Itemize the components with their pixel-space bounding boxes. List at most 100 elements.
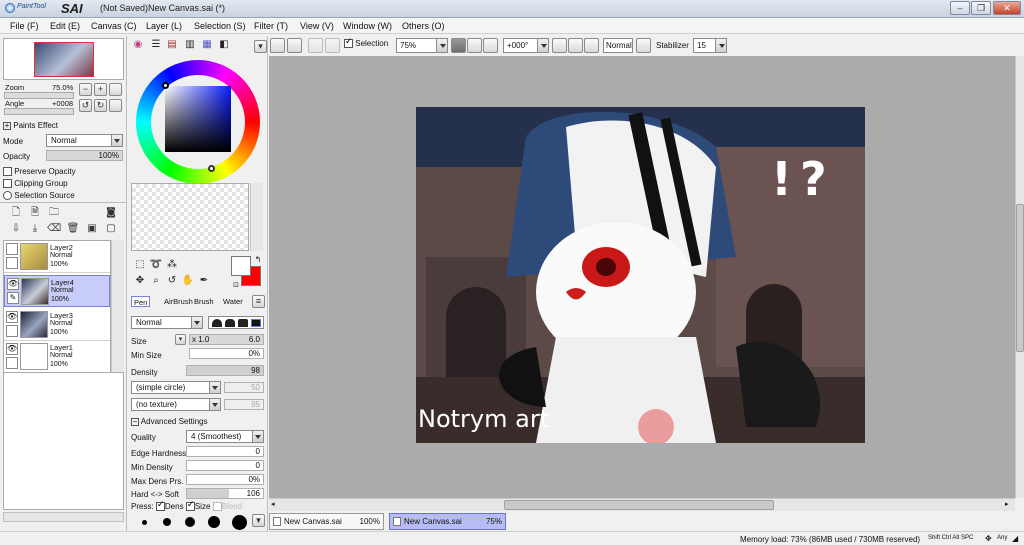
brush-size-preset[interactable] [208,516,220,528]
rotate-tool-icon[interactable]: ↺ [165,274,179,288]
stabilizer-select[interactable]: 15 [693,38,727,53]
brush-shape-select[interactable]: (simple circle) [131,381,221,394]
rgb-sliders-icon[interactable]: ☰ [149,38,163,52]
press-dens-checkbox[interactable] [155,500,165,512]
quality-select[interactable]: 4 (Smoothest) [186,430,264,443]
move-icon[interactable]: ✥ [133,274,147,288]
zoom-tool-icon[interactable]: ⌕ [149,274,163,288]
layer-hscrollbar[interactable] [3,512,124,522]
eye-icon[interactable]: 👁 [6,311,18,323]
press-size-checkbox[interactable] [185,500,195,512]
layer-item[interactable]: Layer2 Normal 100% [4,241,110,273]
brush-texture-strength[interactable]: 95 [224,399,264,410]
vertical-scroll-thumb[interactable] [1016,204,1024,352]
new-layer-icon[interactable]: 🗋 [9,206,23,220]
close-button[interactable]: ✕ [993,1,1021,15]
zoom-slider[interactable] [4,92,74,99]
brush-shape-strength[interactable]: 50 [224,382,264,393]
advanced-settings-header[interactable]: − Advanced Settings [131,417,208,426]
brush-size-slider[interactable]: x 1.0 6.0 [189,334,264,345]
layer-lock-toggle[interactable] [6,325,18,337]
view-mode-select[interactable]: Normal [603,38,633,53]
swatch-scrollbar[interactable] [250,183,263,251]
clipping-group-checkbox[interactable]: Clipping Group [3,179,68,189]
tab-brush[interactable]: Brush [192,296,216,307]
layer-lock-toggle[interactable] [6,257,18,269]
undo-button[interactable] [270,38,285,53]
selection-checkbox[interactable] [344,37,353,49]
brush-size-preset[interactable] [232,515,247,530]
brush-size-preset[interactable] [185,517,195,527]
brush-size-preset[interactable] [142,520,147,525]
eye-icon[interactable]: 👁 [7,278,19,290]
menu-selection[interactable]: Selection (S) [194,21,246,31]
layer-item[interactable]: 👁 Layer1 Normal 100% [4,341,110,373]
layer-lock-toggle[interactable] [6,357,18,369]
sv-cursor[interactable] [162,82,169,89]
toolbar-rotate-reset-button[interactable] [584,38,599,53]
max-dens-slider[interactable]: 0% [186,474,264,485]
density-slider[interactable]: 98 [186,365,264,376]
hsv-sliders-icon[interactable]: ▤ [165,38,179,52]
toolbar-rotate-right-button[interactable] [568,38,583,53]
zoom-reset-button[interactable] [109,83,122,96]
color-wheel-icon[interactable]: ◉ [131,38,145,52]
minimize-button[interactable]: – [950,1,970,15]
menu-filter[interactable]: Filter (T) [254,21,288,31]
edge-hardness-slider[interactable]: 0 [186,446,264,457]
invert-selection-button[interactable] [325,38,340,53]
hand-icon[interactable]: ✋ [181,274,195,288]
menu-edit[interactable]: Edit (E) [50,21,80,31]
delete-layer-icon[interactable]: 🗑 [66,222,80,236]
navigator-preview[interactable] [3,38,124,80]
toolbar-zoom-reset-button[interactable] [483,38,498,53]
selection-toggle[interactable]: Selection [344,37,388,49]
deselect-button[interactable] [308,38,323,53]
merge-down-icon[interactable]: ⤓ [28,222,42,236]
flip-canvas-button[interactable] [636,38,651,53]
toolbar-zoom-out-button[interactable] [451,38,466,53]
zoom-in-button[interactable]: + [94,83,107,96]
transfer-down-icon[interactable]: ⇩ [9,222,23,236]
preserve-opacity-checkbox[interactable]: Preserve Opacity [3,167,76,177]
scratchpad-swatches[interactable] [131,183,249,251]
brush-shape-square-icon[interactable] [251,319,261,327]
layer-list-scrollbar[interactable] [111,240,124,372]
brush-mode-select[interactable]: Normal [131,316,203,329]
layer-item[interactable]: 👁 Layer3 Normal 100% [4,309,110,341]
selection-source-checkbox[interactable]: Selection Source [3,191,75,201]
magic-wand-icon[interactable]: ⁂ [165,258,179,272]
min-size-slider[interactable]: 0% [189,348,264,359]
menu-view[interactable]: View (V) [300,21,334,31]
pen-icon[interactable]: ✎ [7,292,19,304]
panel-menu-button[interactable]: ▾ [254,40,267,53]
tab-pen[interactable]: Pen [131,296,151,307]
press-blend-checkbox[interactable] [212,502,222,512]
scroll-right-icon[interactable]: ▸ [1005,501,1013,509]
tab-airbrush[interactable]: AirBrush [162,296,195,307]
menu-file[interactable]: File (F) [10,21,39,31]
primary-color-swatch-top[interactable] [231,256,251,276]
menu-layer[interactable]: Layer (L) [146,21,182,31]
new-linework-layer-icon[interactable]: 🗎 [28,206,42,220]
canvas-artwork[interactable]: !? Notrym art [416,107,865,443]
scratchpad-icon[interactable]: ◧ [217,38,231,52]
saturation-value-square[interactable] [165,86,231,152]
brush-shape-selector[interactable] [208,316,264,329]
apply-mask-icon[interactable]: ▣ [85,222,99,236]
layer-opacity-slider[interactable]: 100% [46,150,123,161]
brush-texture-select[interactable]: (no texture) [131,398,221,411]
layer-item-selected[interactable]: 👁 ✎ Layer4 Normal 100% [4,275,110,307]
rect-select-icon[interactable]: ⬚ [133,258,147,272]
brush-size-preset[interactable] [163,518,171,526]
rotation-select[interactable]: +000° [503,38,549,53]
lasso-icon[interactable]: ➰ [149,258,163,272]
document-tab-active[interactable]: New Canvas.sai 75% [389,513,506,530]
transparent-color-icon[interactable]: ⊡ [229,278,243,292]
size-multiplier-button[interactable]: ▾ [175,334,186,345]
angle-slider[interactable] [4,108,74,115]
hue-cursor[interactable] [208,165,215,172]
toolbar-zoom-in-button[interactable] [467,38,482,53]
brush-shape-soft-icon[interactable] [225,319,235,327]
color-mixer-icon[interactable]: ▥ [183,38,197,52]
